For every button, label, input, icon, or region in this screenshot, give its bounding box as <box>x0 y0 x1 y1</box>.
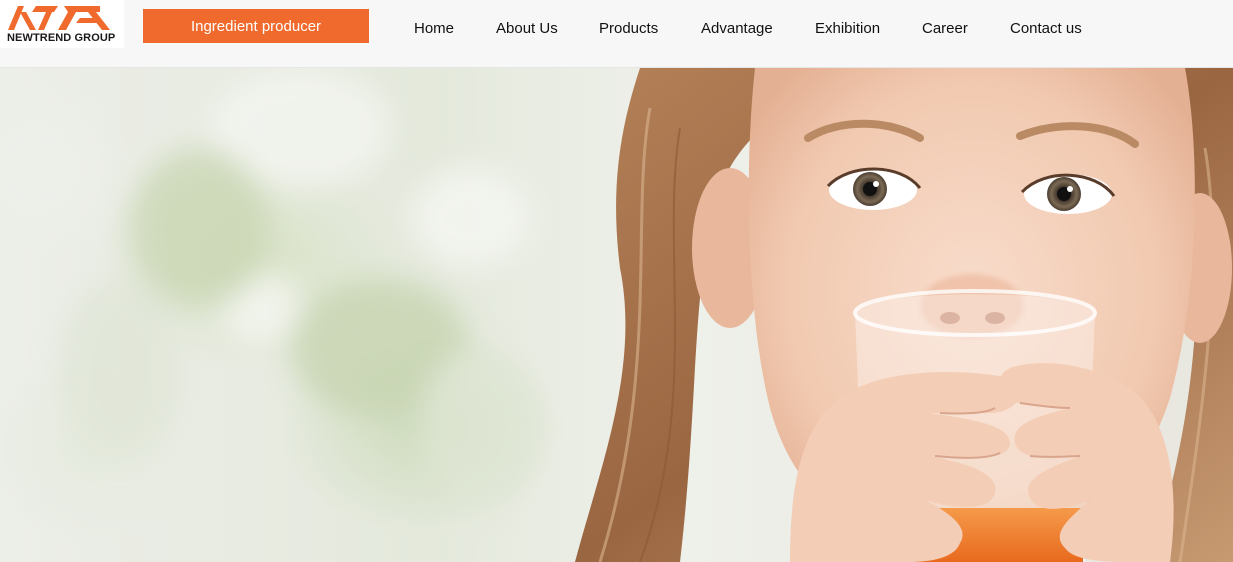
nav-contact-us[interactable]: Contact us <box>1010 20 1082 37</box>
brand-logo[interactable]: NEWTREND GROUP <box>0 0 124 48</box>
nav-home[interactable]: Home <box>414 20 454 37</box>
nav-advantage[interactable]: Advantage <box>701 20 773 37</box>
brand-name: NEWTREND GROUP <box>7 32 116 44</box>
nav-about-us[interactable]: About Us <box>496 20 558 37</box>
nav-products[interactable]: Products <box>599 20 658 37</box>
logo-mark-icon <box>8 6 110 30</box>
nav-career[interactable]: Career <box>922 20 968 37</box>
hero-image <box>0 68 1233 562</box>
tagline-badge: Ingredient producer <box>143 9 369 43</box>
hero-banner <box>0 68 1233 562</box>
site-header: NEWTREND GROUP Ingredient producer Home … <box>0 0 1233 68</box>
nav-exhibition[interactable]: Exhibition <box>815 20 880 37</box>
